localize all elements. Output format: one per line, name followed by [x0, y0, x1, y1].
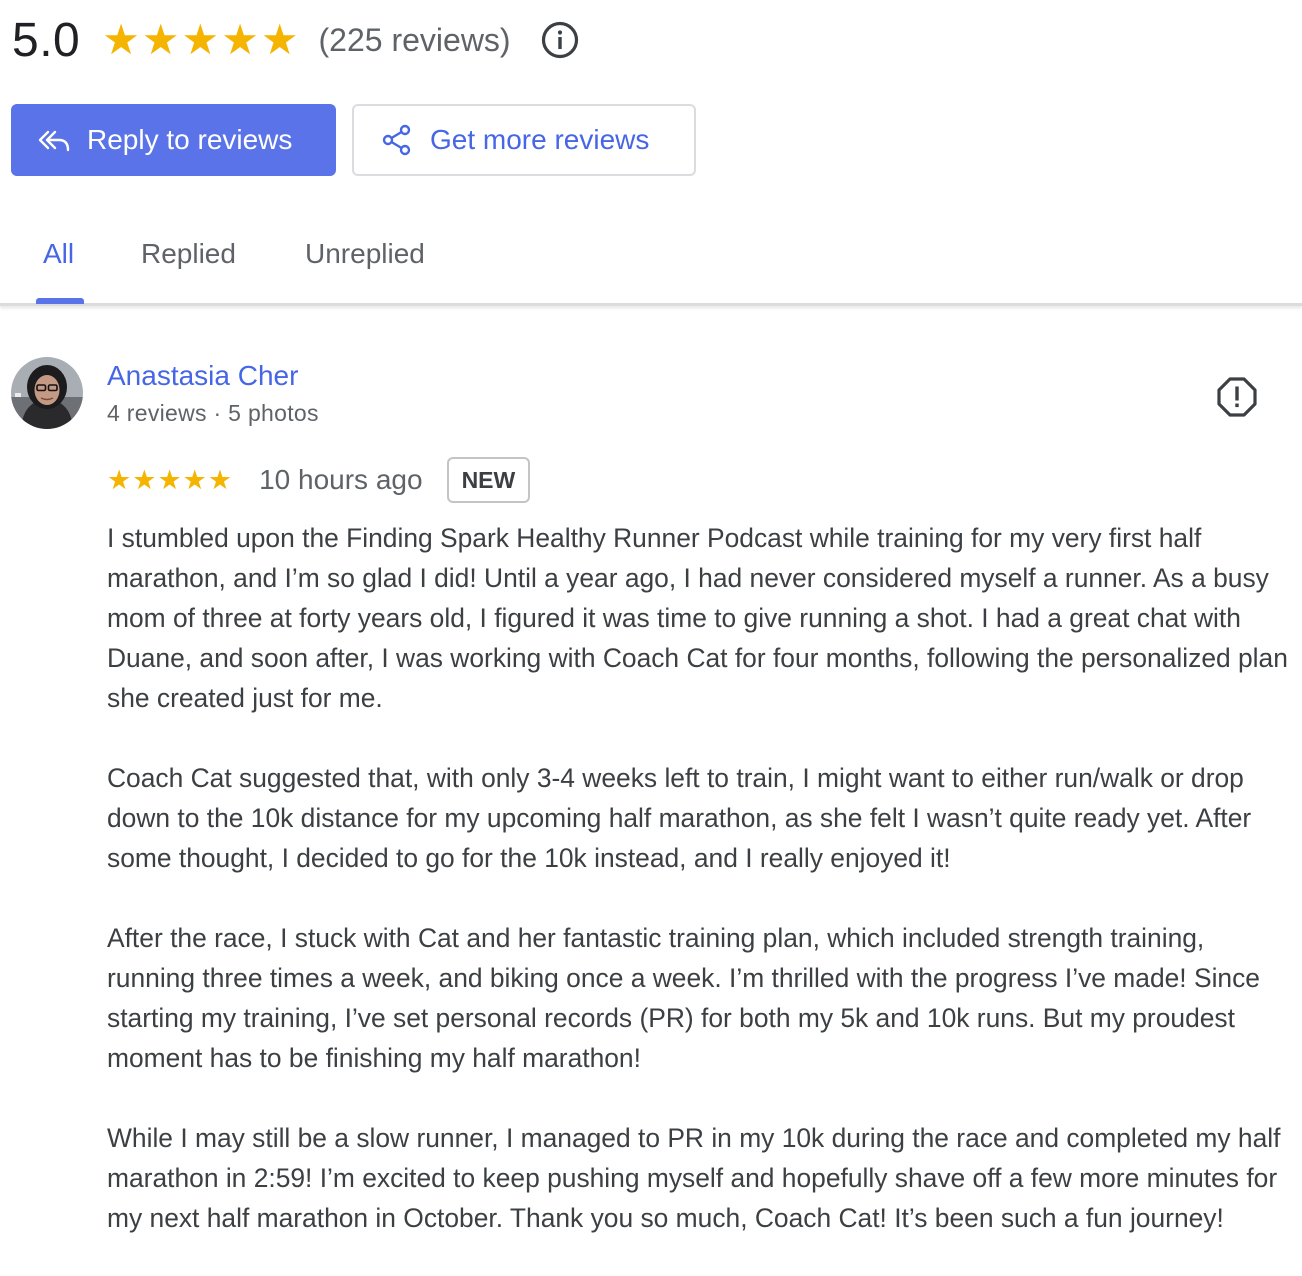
tab-replied[interactable]: Replied: [141, 238, 236, 270]
review-count: (225 reviews): [318, 21, 511, 58]
star-icon: ★: [157, 464, 182, 495]
star-icon: ★: [132, 464, 157, 495]
star-icon: ★: [107, 464, 132, 495]
review-filter-tabs: All Replied Unreplied: [0, 210, 1302, 310]
star-icon: ★: [221, 16, 259, 63]
star-icon: ★: [182, 464, 207, 495]
rating-summary: 5.0 ★ ★ ★ ★ ★ (225 reviews): [12, 10, 579, 70]
review-rating-stars: ★ ★ ★ ★ ★: [107, 464, 233, 495]
star-icon: ★: [181, 16, 220, 63]
report-flag-icon[interactable]: [1216, 376, 1258, 418]
get-more-reviews-label: Get more reviews: [430, 124, 650, 155]
reply-to-reviews-button[interactable]: Reply to reviews: [11, 104, 336, 176]
reviewer-avatar[interactable]: [11, 357, 83, 429]
info-icon[interactable]: [541, 21, 579, 59]
reviewer-name[interactable]: Anastasia Cher: [107, 360, 298, 392]
tabs-divider: [0, 303, 1302, 306]
reply-all-icon: [37, 123, 71, 157]
active-tab-indicator: [36, 298, 84, 304]
share-icon: [380, 123, 414, 157]
review-meta-row: ★ ★ ★ ★ ★ 10 hours ago NEW: [107, 456, 531, 504]
review-paragraph: After the race, I stuck with Cat and her…: [107, 923, 1260, 1073]
new-badge: NEW: [446, 457, 531, 503]
review-paragraph: Coach Cat suggested that, with only 3-4 …: [107, 763, 1252, 873]
rating-score: 5.0: [12, 13, 81, 67]
review-text: I stumbled upon the Finding Spark Health…: [107, 518, 1297, 1276]
star-icon: ★: [102, 16, 140, 63]
star-icon: ★: [207, 464, 233, 495]
get-more-reviews-button[interactable]: Get more reviews: [352, 104, 696, 176]
star-icon: ★: [141, 16, 180, 63]
tab-unreplied[interactable]: Unreplied: [305, 238, 425, 270]
reply-to-reviews-label: Reply to reviews: [87, 124, 293, 155]
reviewer-meta: 4 reviews · 5 photos: [107, 400, 319, 426]
tab-all[interactable]: All: [43, 238, 74, 270]
review-paragraph: While I may still be a slow runner, I ma…: [107, 1123, 1281, 1233]
review-time: 10 hours ago: [259, 464, 423, 495]
rating-stars: ★ ★ ★ ★ ★: [102, 19, 298, 61]
review-paragraph: I stumbled upon the Finding Spark Health…: [107, 523, 1288, 713]
star-icon: ★: [260, 16, 299, 63]
